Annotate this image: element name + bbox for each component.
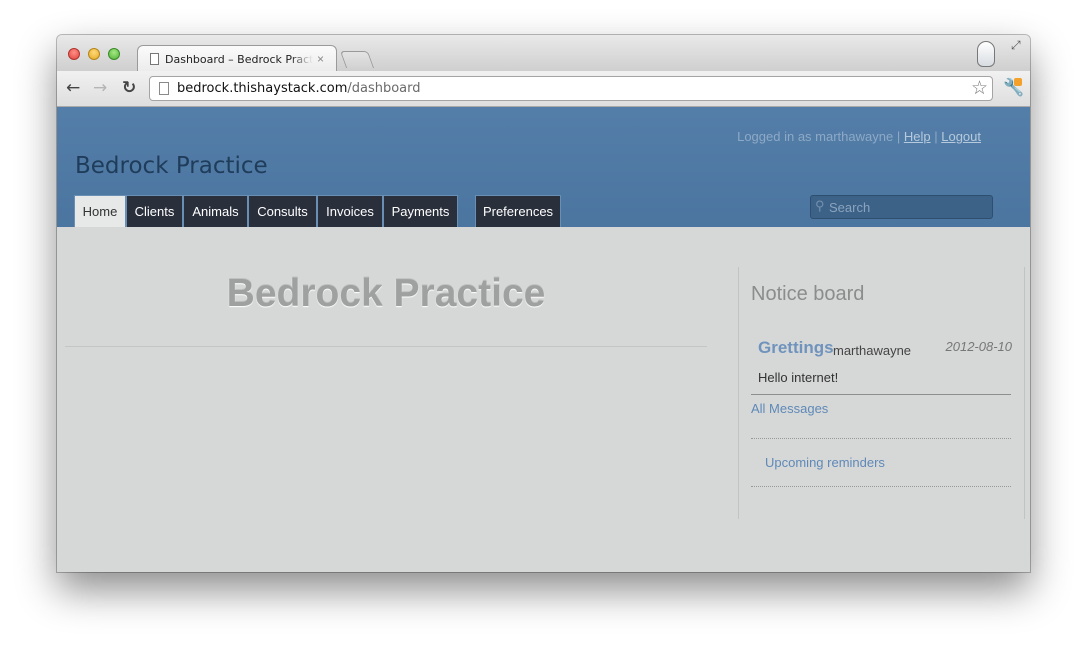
divider: [751, 438, 1011, 439]
nav-item-animals[interactable]: Animals: [183, 195, 248, 227]
nav-item-payments[interactable]: Payments: [383, 195, 458, 227]
message-body: Hello internet!: [758, 370, 839, 385]
page-viewport: Logged in as marthawayne | Help | Logout…: [57, 107, 1030, 572]
user-bar: Logged in as marthawayne | Help | Logout: [737, 129, 981, 144]
search-icon: ⚲: [815, 198, 825, 213]
separator: |: [896, 129, 901, 144]
nav-item-home[interactable]: Home: [74, 195, 126, 227]
back-arrow-icon[interactable]: ←: [66, 78, 80, 98]
nav-item-preferences[interactable]: Preferences: [475, 195, 561, 227]
browser-window: Dashboard – Bedrock Practice × ⤢ ← → ↻ b…: [57, 35, 1030, 572]
page-icon: [150, 53, 159, 65]
divider: [751, 486, 1011, 487]
url-path: /dashboard: [347, 81, 421, 96]
notice-board: Notice board Grettings marthawayne 2012-…: [738, 267, 1025, 519]
logged-in-text: Logged in as marthawayne: [737, 129, 894, 144]
site-header: Logged in as marthawayne | Help | Logout…: [57, 107, 1030, 227]
nav-item-clients[interactable]: Clients: [126, 195, 183, 227]
divider: [65, 346, 707, 347]
search-box[interactable]: ⚲: [810, 195, 993, 219]
message-date: 2012-08-10: [945, 339, 1013, 354]
logout-link[interactable]: Logout: [941, 129, 981, 144]
browser-tab[interactable]: Dashboard – Bedrock Practice ×: [137, 45, 337, 71]
notice-board-title: Notice board: [751, 283, 865, 305]
browser-toolbar: ← → ↻ bedrock.thishaystack.com/dashboard…: [57, 71, 1030, 107]
message-author: marthawayne: [833, 343, 912, 358]
page-icon: [159, 82, 169, 95]
page-heading: Bedrock Practice: [226, 272, 546, 315]
url-text[interactable]: bedrock.thishaystack.com/dashboard: [177, 81, 421, 96]
tab-title: Dashboard – Bedrock Practice: [165, 52, 313, 66]
tab-close-icon[interactable]: ×: [317, 52, 324, 66]
search-input[interactable]: [829, 198, 987, 216]
update-badge-icon: [1014, 78, 1022, 86]
site-title[interactable]: Bedrock Practice: [75, 153, 268, 179]
close-window-button[interactable]: [68, 48, 80, 60]
message-title-link[interactable]: Grettings: [758, 338, 834, 358]
divider: [751, 394, 1011, 395]
bookmark-star-icon[interactable]: ☆: [971, 77, 988, 100]
tab-strip: Dashboard – Bedrock Practice × ⤢: [57, 35, 1030, 71]
address-bar[interactable]: bedrock.thishaystack.com/dashboard ☆: [149, 76, 993, 101]
reload-icon[interactable]: ↻: [122, 78, 136, 98]
maximize-window-button[interactable]: [108, 48, 120, 60]
all-messages-link[interactable]: All Messages: [751, 401, 828, 416]
fullscreen-icon[interactable]: ⤢: [1011, 38, 1021, 53]
nav-item-consults[interactable]: Consults: [248, 195, 317, 227]
forward-arrow-icon[interactable]: →: [93, 78, 107, 98]
help-link[interactable]: Help: [904, 129, 931, 144]
url-host: bedrock.thishaystack.com: [177, 81, 348, 96]
profile-icon[interactable]: [977, 41, 995, 67]
minimize-window-button[interactable]: [88, 48, 100, 60]
upcoming-reminders-link[interactable]: Upcoming reminders: [765, 455, 885, 470]
separator: |: [934, 129, 938, 144]
nav-item-invoices[interactable]: Invoices: [317, 195, 383, 227]
new-tab-button[interactable]: [339, 51, 375, 68]
